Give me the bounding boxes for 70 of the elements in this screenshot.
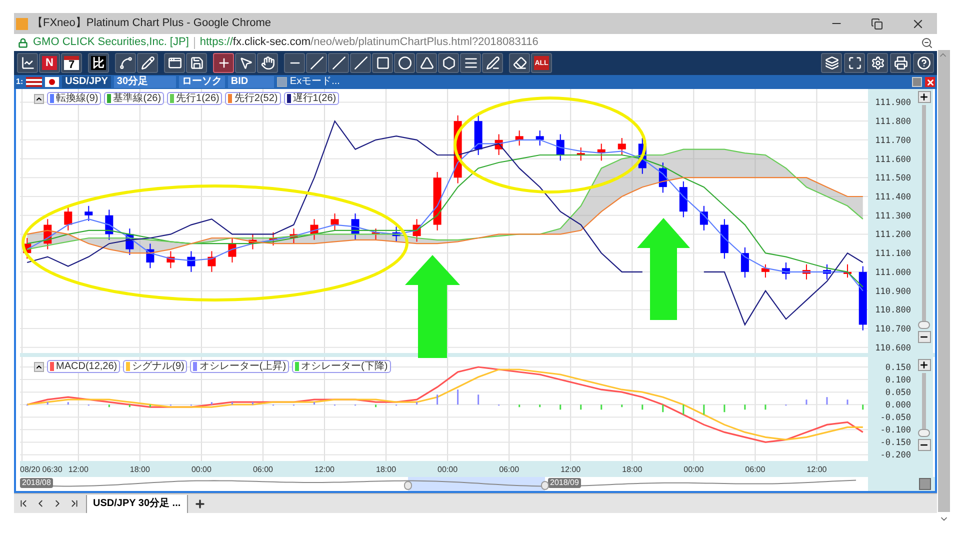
axis-tick-label: -0.100 bbox=[880, 426, 911, 436]
axis-tick-label: 111.400 bbox=[875, 192, 911, 202]
axis-tick-label: 18:00 bbox=[376, 465, 396, 474]
url-text[interactable]: https://fx.click-sec.com/neo/web/platinumChartPlus.html?2018083116 bbox=[200, 34, 538, 51]
legend-item[interactable]: オシレーター(下降) bbox=[292, 360, 391, 373]
legend-item[interactable]: オシレーター(上昇) bbox=[190, 360, 290, 373]
ex-mode-label: Exモード... bbox=[290, 77, 340, 87]
legend-label: 基準線(26) bbox=[113, 94, 162, 104]
axis-tick-label: 06:00 bbox=[499, 465, 520, 474]
legend-item[interactable]: シグナル(9) bbox=[123, 360, 188, 373]
news-button[interactable]: N bbox=[39, 53, 60, 73]
legend-label: 先行1(26) bbox=[176, 94, 220, 104]
axis-tick-label: 00:00 bbox=[438, 465, 458, 474]
timeframe-selector[interactable]: 30分足 bbox=[114, 76, 176, 88]
legend-label: オシレーター(上昇) bbox=[199, 362, 286, 372]
axis-tick-label: 08/20 06:30 bbox=[20, 465, 62, 474]
axis-tick-label: 12:00 bbox=[560, 465, 581, 474]
axis-tick-label: 111.300 bbox=[875, 211, 911, 222]
axis-tick-label: 111.700 bbox=[875, 136, 911, 146]
axis-tick-label: -0.200 bbox=[880, 450, 911, 461]
symbol-selector[interactable]: USD/JPY bbox=[62, 76, 111, 88]
legend-item[interactable]: 転換線(9) bbox=[47, 92, 102, 105]
navigator-date-label: 2018/08 bbox=[20, 478, 53, 488]
legend-item[interactable]: 基準線(26) bbox=[104, 92, 164, 105]
legend-item[interactable]: 先行2(52) bbox=[225, 92, 281, 105]
legend-label: シグナル(9) bbox=[132, 362, 184, 372]
compare-button[interactable]: 比 bbox=[88, 53, 109, 73]
calendar-button[interactable]: 7 bbox=[61, 53, 82, 73]
axis-tick-label: 0.050 bbox=[885, 388, 911, 398]
axis-tick-label: 00:00 bbox=[191, 465, 212, 474]
axis-tick-label: 18:00 bbox=[622, 465, 642, 474]
axis-tick-label: 110.700 bbox=[875, 324, 911, 334]
axis-tick-label: 0.000 bbox=[885, 400, 911, 411]
legend-label: MACD(12,26) bbox=[56, 362, 118, 372]
axis-tick-label: 12:00 bbox=[68, 465, 88, 474]
axis-tick-label: 111.000 bbox=[875, 268, 911, 278]
axis-tick-label: 111.900 bbox=[875, 98, 911, 108]
legend-label: 転換線(9) bbox=[56, 94, 98, 104]
chart-index: 1: bbox=[16, 76, 24, 88]
chart-type-selector[interactable]: ローソク bbox=[178, 76, 225, 88]
axis-tick-label: 111.600 bbox=[875, 154, 911, 165]
axis-tick-label: 111.800 bbox=[875, 117, 911, 128]
axis-tick-label: 0.100 bbox=[885, 376, 911, 386]
axis-tick-label: 111.100 bbox=[875, 249, 911, 260]
site-identity: GMO CLICK Securities,Inc. [JP] bbox=[33, 35, 189, 50]
axis-tick-label: 111.200 bbox=[875, 230, 911, 240]
price-type-selector[interactable]: BID bbox=[228, 76, 274, 88]
axis-tick-label: 111.500 bbox=[875, 174, 911, 184]
chart-tab[interactable]: USD/JPY 30分足 ... bbox=[86, 494, 188, 512]
axis-tick-label: 00:00 bbox=[684, 465, 704, 474]
legend-item[interactable]: 遅行1(26) bbox=[284, 92, 340, 105]
axis-tick-label: 06:00 bbox=[745, 465, 766, 474]
axis-tick-label: 110.600 bbox=[875, 343, 911, 353]
axis-tick-label: -0.150 bbox=[880, 438, 911, 448]
axis-tick-label: 18:00 bbox=[130, 465, 150, 474]
navigator-date-label: 2018/09 bbox=[548, 478, 581, 488]
axis-tick-label: -0.050 bbox=[880, 413, 911, 424]
axis-tick-label: 12:00 bbox=[314, 465, 335, 474]
legend-label: 遅行1(26) bbox=[292, 94, 336, 104]
legend-item[interactable]: 先行1(26) bbox=[167, 92, 222, 105]
axis-tick-label: 110.800 bbox=[875, 306, 911, 316]
legend-label: オシレーター(下降) bbox=[301, 362, 388, 372]
axis-tick-label: 12:00 bbox=[806, 465, 827, 474]
legend-item[interactable]: MACD(12,26) bbox=[47, 360, 120, 373]
time-navigator[interactable]: 2018/08 2018/09 bbox=[20, 477, 868, 491]
window-title: 【FXneo】Platinum Chart Plus - Google Chrome bbox=[32, 16, 272, 32]
legend-label: 先行2(52) bbox=[234, 94, 278, 104]
axis-tick-label: 0.150 bbox=[885, 363, 911, 374]
axis-tick-label: 110.900 bbox=[875, 286, 911, 297]
axis-tick-label: 06:00 bbox=[252, 465, 273, 474]
